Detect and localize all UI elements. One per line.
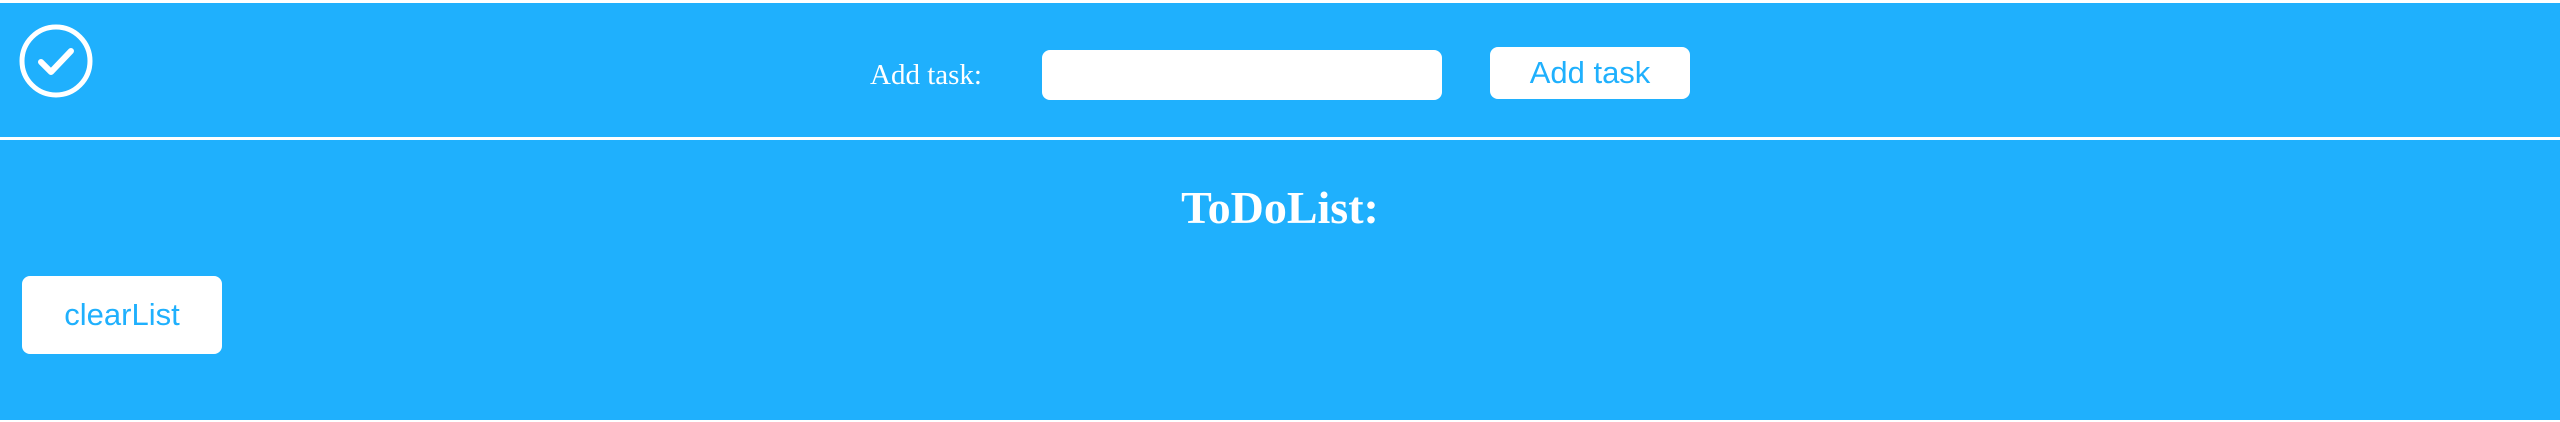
todo-list-title: ToDoList:	[1181, 182, 1379, 233]
task-input[interactable]	[1042, 50, 1442, 100]
app-header: Add task: Add task	[0, 0, 2560, 140]
task-list	[260, 276, 2460, 396]
add-task-label: Add task:	[870, 59, 982, 91]
todo-list-section: ToDoList: clearList	[0, 140, 2560, 420]
add-task-button[interactable]: Add task	[1490, 47, 1690, 99]
add-task-form: Add task: Add task	[0, 3, 2560, 137]
clear-list-button[interactable]: clearList	[22, 276, 222, 354]
